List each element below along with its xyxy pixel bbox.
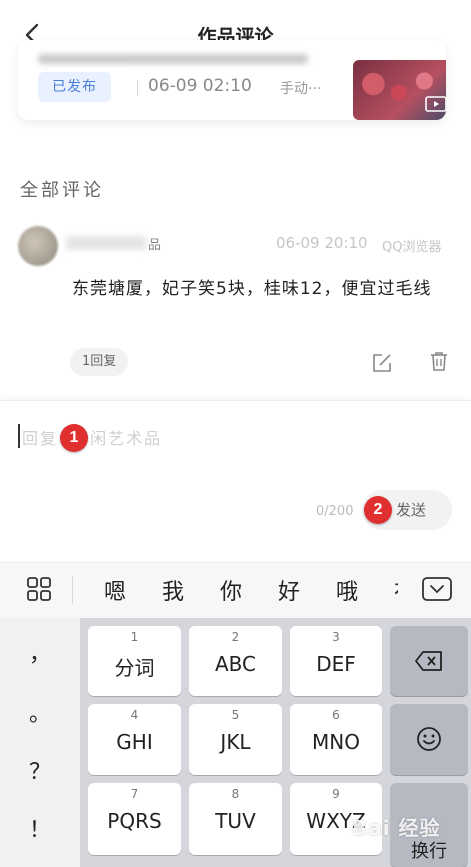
candidate-word[interactable]: 你 bbox=[202, 574, 260, 606]
post-time: 06-09 02:10 bbox=[148, 76, 252, 96]
reply-count-button[interactable]: 1回复 bbox=[70, 348, 129, 376]
key-label: JKL bbox=[220, 730, 251, 754]
backspace-key[interactable] bbox=[390, 626, 468, 696]
divider bbox=[137, 80, 138, 96]
publish-type: 手动··· bbox=[280, 81, 322, 97]
work-title-blurred bbox=[38, 54, 308, 64]
text-cursor bbox=[18, 424, 20, 448]
candidate-word[interactable]: 在 bbox=[376, 574, 398, 606]
key-number: 5 bbox=[231, 708, 240, 722]
key-label: ABC bbox=[214, 652, 256, 676]
work-thumbnail[interactable] bbox=[353, 60, 446, 120]
punct-key[interactable]: 。 bbox=[0, 696, 80, 728]
backspace-icon bbox=[415, 651, 442, 671]
work-card[interactable]: 已发布 06-09 02:10 手动··· bbox=[18, 40, 446, 120]
keyboard-collapse-icon[interactable] bbox=[421, 576, 453, 602]
key-8[interactable]: 8 TUV bbox=[189, 783, 282, 855]
emoji-key[interactable] bbox=[390, 704, 468, 775]
grid-menu-icon[interactable] bbox=[26, 576, 52, 602]
punct-key[interactable]: ？ bbox=[0, 754, 80, 786]
annotation-marker-1: 1 bbox=[60, 424, 88, 452]
key-7[interactable]: 7 PQRS bbox=[88, 783, 181, 855]
comment-text: 东莞塘厦，妃子笑5块，桂味12，便宜过毛线 bbox=[72, 279, 432, 299]
punct-key[interactable]: ， bbox=[0, 636, 80, 668]
key-number: 3 bbox=[332, 630, 340, 644]
key-number: 6 bbox=[332, 708, 340, 722]
key-number: 4 bbox=[130, 708, 139, 722]
key-6[interactable]: 6 MNO bbox=[290, 704, 382, 775]
key-4[interactable]: 4 GHI bbox=[88, 704, 181, 775]
key-label: TUV bbox=[215, 809, 256, 833]
punct-key[interactable]: ！ bbox=[0, 812, 80, 844]
key-label: 分词 bbox=[114, 656, 155, 680]
username: 品 bbox=[148, 238, 162, 253]
trash-icon[interactable] bbox=[428, 350, 450, 372]
key-1[interactable]: 1 分词 bbox=[88, 626, 181, 696]
key-number: 7 bbox=[130, 787, 139, 801]
status-badge: 已发布 bbox=[38, 72, 111, 102]
key-label: MNO bbox=[312, 730, 360, 754]
char-count: 0/200 bbox=[316, 504, 354, 519]
candidate-word[interactable]: 我 bbox=[144, 574, 202, 606]
username-blurred bbox=[66, 236, 146, 250]
comment-time: 06-09 20:10 bbox=[276, 234, 368, 252]
key-2[interactable]: 2 ABC bbox=[189, 626, 282, 696]
key-label: GHI bbox=[116, 730, 153, 754]
key-3[interactable]: 3 DEF bbox=[290, 626, 382, 696]
candidate-word[interactable]: 哦 bbox=[318, 574, 376, 606]
video-play-icon bbox=[425, 96, 446, 112]
key-number: 2 bbox=[231, 630, 240, 644]
candidate-list: 嗯 我 你 好 哦 在 bbox=[86, 574, 398, 606]
key-5[interactable]: 5 JKL bbox=[189, 704, 282, 775]
edit-icon[interactable] bbox=[371, 352, 393, 374]
key-number: 8 bbox=[231, 787, 240, 801]
key-number: 1 bbox=[130, 630, 139, 644]
comment-source: QQ浏览器 bbox=[382, 240, 442, 255]
key-label: DEF bbox=[316, 652, 356, 676]
avatar[interactable] bbox=[18, 226, 58, 266]
watermark: Bai 经验 bbox=[352, 816, 441, 840]
key-number: 9 bbox=[332, 787, 340, 801]
candidate-word[interactable]: 嗯 bbox=[86, 574, 144, 606]
section-title-all-comments: 全部评论 bbox=[20, 180, 104, 201]
annotation-marker-2: 2 bbox=[364, 496, 392, 524]
divider bbox=[72, 576, 73, 604]
key-label: PQRS bbox=[107, 809, 162, 833]
candidate-word[interactable]: 好 bbox=[260, 574, 318, 606]
emoji-icon bbox=[417, 727, 441, 751]
